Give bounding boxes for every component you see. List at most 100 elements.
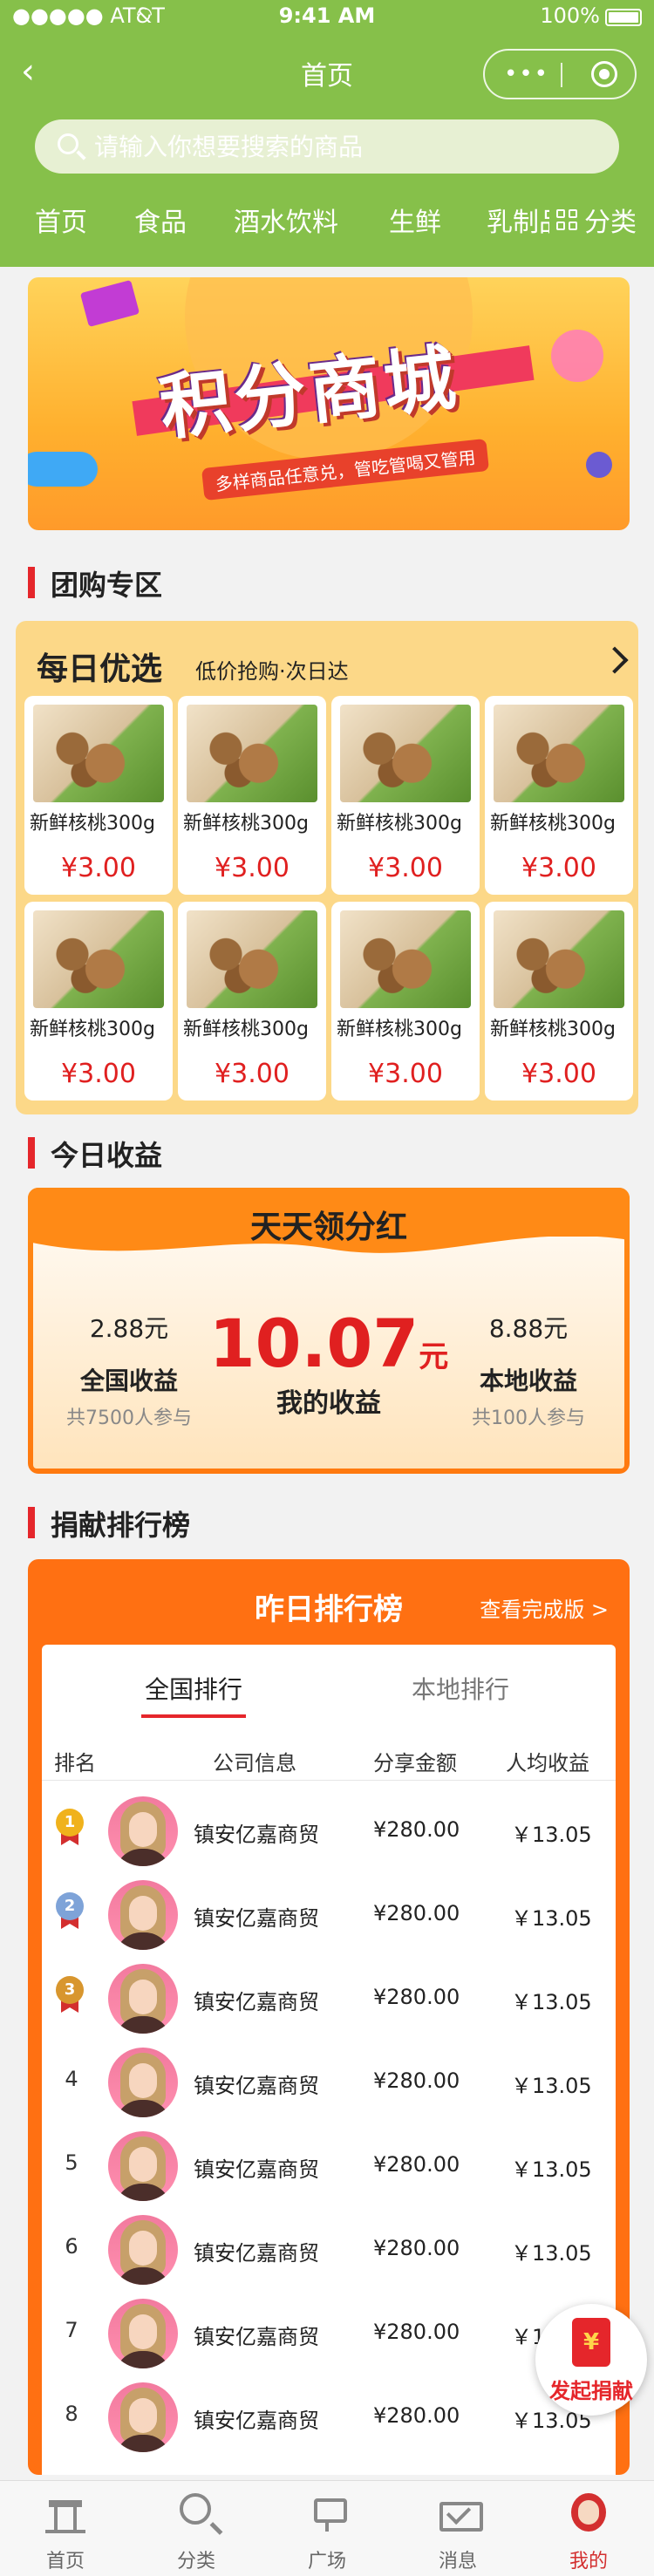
section-title-earnings: 今日收益 bbox=[28, 1134, 162, 1174]
home-icon bbox=[45, 2493, 85, 2533]
category-item[interactable]: 酒水饮料 bbox=[234, 201, 338, 239]
average-earnings: ￥13.05 bbox=[511, 2157, 592, 2182]
medal-rank: 3 bbox=[56, 1976, 84, 2004]
avatar-face bbox=[129, 1896, 157, 1931]
product-card[interactable]: 新鲜核桃300g ¥3.00 bbox=[24, 696, 173, 895]
tab-local[interactable]: 本地排行 bbox=[412, 1671, 509, 1706]
category-item[interactable]: 生鲜 bbox=[389, 201, 441, 239]
product-name: 新鲜核桃300g bbox=[30, 1019, 155, 1040]
product-name: 新鲜核桃300g bbox=[30, 813, 155, 835]
table-row[interactable]: 1 镇安亿嘉商贸 ¥280.00 ￥13.05 bbox=[42, 1789, 616, 1873]
avatar bbox=[108, 2048, 178, 2117]
table-row[interactable]: 4 镇安亿嘉商贸 ¥280.00 ￥13.05 bbox=[42, 2041, 616, 2124]
banner-decoration bbox=[28, 452, 98, 487]
table-row[interactable]: 2 镇安亿嘉商贸 ¥280.00 ￥13.05 bbox=[42, 1873, 616, 1957]
battery-percent: 100% bbox=[540, 3, 600, 28]
column-header: 公司信息 bbox=[213, 1751, 296, 1775]
share-amount: ¥280.00 bbox=[373, 2152, 460, 2177]
battery-icon bbox=[605, 9, 642, 26]
group-buy-card: 每日优选 低价抢购·次日达 新鲜核桃300g ¥3.00 新鲜核桃300g ¥3… bbox=[16, 621, 638, 1114]
medal-icon: 2 bbox=[56, 1892, 84, 1929]
header: ●●●●● AT&T ◠ 9:41 AM 100% ‹ 首页 ••• 首页 食品… bbox=[0, 0, 654, 267]
banner-decoration bbox=[586, 452, 612, 478]
tab-profile[interactable]: 我的 bbox=[523, 2481, 654, 2576]
walnut-image bbox=[33, 705, 164, 802]
avatar-face bbox=[129, 2147, 157, 2182]
earnings-header: 天天领分红 bbox=[249, 1210, 407, 1245]
donate-label: 发起捐献 bbox=[549, 2379, 633, 2403]
view-full-link[interactable]: 查看完成版 > bbox=[480, 1592, 609, 1623]
avatar bbox=[108, 1964, 178, 2034]
rank-number: 5 bbox=[65, 2150, 78, 2175]
company-name: 镇安亿嘉商贸 bbox=[194, 1823, 319, 1847]
share-amount: ¥280.00 bbox=[373, 1985, 460, 2009]
avatar-face bbox=[129, 1980, 157, 2014]
product-card[interactable]: 新鲜核桃300g ¥3.00 bbox=[178, 696, 326, 895]
medal-rank: 2 bbox=[56, 1892, 84, 1920]
product-price: ¥3.00 bbox=[368, 1059, 443, 1089]
product-card[interactable]: 新鲜核桃300g ¥3.00 bbox=[485, 696, 633, 895]
tab-home[interactable]: 首页 bbox=[0, 2481, 131, 2576]
avatar-face bbox=[129, 2398, 157, 2433]
average-earnings: ￥13.05 bbox=[511, 1823, 592, 1847]
daily-subtitle: 低价抢购·次日达 bbox=[195, 659, 349, 684]
mini-program-capsule: ••• bbox=[483, 49, 637, 99]
local-label: 本地收益 bbox=[479, 1366, 577, 1395]
avatar-face bbox=[129, 2231, 157, 2266]
donate-button[interactable]: ¥ 发起捐献 bbox=[535, 2304, 647, 2416]
table-row[interactable]: 5 镇安亿嘉商贸 ¥280.00 ￥13.05 bbox=[42, 2124, 616, 2208]
tab-label: 我的 bbox=[569, 2551, 608, 2573]
avatar-face bbox=[129, 2314, 157, 2349]
navbar: ‹ 首页 ••• bbox=[0, 35, 654, 108]
average-earnings: ￥13.05 bbox=[511, 2074, 592, 2098]
product-price: ¥3.00 bbox=[521, 853, 596, 883]
product-price: ¥3.00 bbox=[521, 1059, 596, 1089]
walnut-image bbox=[340, 705, 471, 802]
company-name: 镇安亿嘉商贸 bbox=[194, 1990, 319, 2014]
red-envelope-icon: ¥ bbox=[572, 2318, 610, 2367]
capsule-divider bbox=[561, 63, 562, 87]
tab-category[interactable]: 分类 bbox=[131, 2481, 262, 2576]
average-earnings: ￥13.05 bbox=[511, 2241, 592, 2266]
tab-bar: 首页 分类 广场 消息 我的 bbox=[0, 2480, 654, 2576]
plaza-icon bbox=[307, 2493, 347, 2533]
avatar bbox=[108, 2131, 178, 2201]
company-name: 镇安亿嘉商贸 bbox=[194, 2074, 319, 2098]
product-card[interactable]: 新鲜核桃300g ¥3.00 bbox=[485, 902, 633, 1101]
category-item[interactable]: 首页 bbox=[35, 201, 87, 239]
tab-plaza[interactable]: 广场 bbox=[262, 2481, 392, 2576]
tab-national[interactable]: 全国排行 bbox=[140, 1671, 247, 1718]
table-row[interactable]: 6 镇安亿嘉商贸 ¥280.00 ￥13.05 bbox=[42, 2208, 616, 2292]
product-card[interactable]: 新鲜核桃300g ¥3.00 bbox=[331, 696, 480, 895]
search-input[interactable] bbox=[94, 130, 582, 163]
share-amount: ¥280.00 bbox=[373, 1817, 460, 1842]
local-participants: 共100人参与 bbox=[472, 1407, 585, 1429]
product-card[interactable]: 新鲜核桃300g ¥3.00 bbox=[178, 902, 326, 1101]
medal-icon: 1 bbox=[56, 1809, 84, 1845]
more-icon[interactable]: ••• bbox=[504, 61, 549, 87]
share-amount: ¥280.00 bbox=[373, 2320, 460, 2344]
product-name: 新鲜核桃300g bbox=[183, 813, 309, 835]
close-program-icon[interactable] bbox=[591, 61, 617, 87]
rank-number: 8 bbox=[65, 2402, 78, 2426]
medal-icon: 3 bbox=[56, 1976, 84, 2013]
product-card[interactable]: 新鲜核桃300g ¥3.00 bbox=[331, 902, 480, 1101]
company-name: 镇安亿嘉商贸 bbox=[194, 1906, 319, 1931]
table-row[interactable]: 7镇安亿嘉商贸¥280.00￥13.05 bbox=[42, 2292, 616, 2375]
search-bar[interactable] bbox=[35, 119, 619, 174]
category-all-button[interactable]: 分类 bbox=[549, 201, 637, 239]
product-card[interactable]: 新鲜核桃300g ¥3.00 bbox=[24, 902, 173, 1101]
walnut-image bbox=[33, 910, 164, 1008]
table-row[interactable]: 3 镇安亿嘉商贸 ¥280.00 ￥13.05 bbox=[42, 1957, 616, 2041]
search-icon bbox=[180, 2493, 211, 2525]
tab-message[interactable]: 消息 bbox=[392, 2481, 523, 2576]
search-icon bbox=[58, 133, 78, 154]
promo-banner[interactable]: 积分商城 多样商品任意兑，管吃管喝又管用 bbox=[28, 277, 630, 530]
category-item[interactable]: 食品 bbox=[134, 201, 187, 239]
earnings-card: 天天领分红 2.88元 全国收益 共7500人参与 10.07元 我的收益 8.… bbox=[28, 1188, 630, 1474]
chevron-right-icon[interactable] bbox=[601, 646, 629, 674]
tab-label: 首页 bbox=[45, 2551, 85, 2573]
category-all-label: 分类 bbox=[584, 208, 637, 238]
table-row[interactable]: 8 镇安亿嘉商贸 ¥280.00 ￥13.05 bbox=[42, 2375, 616, 2459]
company-name: 镇安亿嘉商贸 bbox=[194, 2325, 319, 2349]
